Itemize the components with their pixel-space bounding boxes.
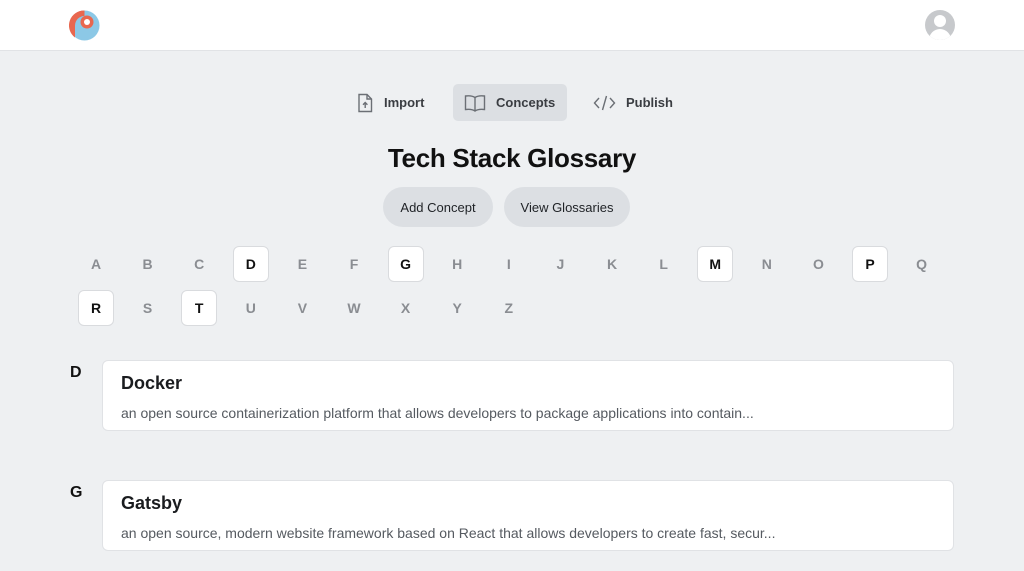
- alphabet-letter-e: E: [297, 256, 308, 272]
- alphabet-letter-l: L: [659, 256, 668, 272]
- alphabet-letter-f: F: [349, 256, 359, 272]
- tab-concepts[interactable]: Concepts: [453, 84, 567, 121]
- page-title: Tech Stack Glossary: [387, 143, 637, 173]
- alphabet-letter-p[interactable]: P: [852, 246, 888, 282]
- file-upload-icon: [356, 93, 374, 113]
- open-book-icon: [464, 94, 486, 112]
- app-logo-icon[interactable]: [68, 10, 100, 41]
- tab-concepts-label: Concepts: [496, 95, 556, 110]
- tab-publish-label: Publish: [626, 95, 673, 110]
- section-letter-g: G: [70, 484, 83, 501]
- alphabet-letter-y: Y: [452, 300, 462, 316]
- alphabet-letter-z: Z: [504, 300, 514, 316]
- mode-tabs: Import Concepts Publish: [0, 84, 1024, 121]
- alphabet-letter-m[interactable]: M: [697, 246, 734, 282]
- alphabet-letter-r[interactable]: R: [78, 290, 114, 326]
- alphabet-letter-t[interactable]: T: [181, 290, 218, 326]
- alphabet-letter-q: Q: [916, 256, 928, 272]
- concept-card-gatsby[interactable]: Gatsby an open source, modern website fr…: [102, 480, 954, 551]
- concept-name: Docker: [121, 373, 183, 393]
- alphabet-letter-a: A: [90, 256, 102, 272]
- alphabet-letter-w: W: [347, 300, 361, 316]
- alphabet-letter-n: N: [761, 256, 772, 272]
- concept-description: an open source, modern website framework…: [121, 525, 776, 541]
- alphabet-letter-c: C: [194, 256, 205, 272]
- view-glossaries-button[interactable]: View Glossaries: [504, 187, 630, 227]
- alphabet-letter-x: X: [400, 300, 411, 316]
- alphabet-letter-j: J: [556, 256, 565, 272]
- top-bar: [0, 0, 1024, 51]
- alphabet-letter-b: B: [142, 256, 153, 272]
- alphabet-letter-v: V: [297, 300, 308, 316]
- concept-description: an open source containerization platform…: [121, 405, 754, 421]
- alphabet-letter-g[interactable]: G: [387, 246, 424, 282]
- alphabet-letter-u: U: [245, 300, 256, 316]
- tab-publish[interactable]: Publish: [582, 84, 684, 121]
- tab-import-label: Import: [384, 95, 425, 110]
- concept-card-docker[interactable]: Docker an open source containerization p…: [102, 360, 954, 431]
- alphabet-letter-i: I: [506, 256, 511, 272]
- add-concept-button[interactable]: Add Concept: [383, 187, 493, 227]
- code-icon: [593, 94, 616, 112]
- concept-name: Gatsby: [121, 493, 183, 513]
- alphabet-letter-k: K: [606, 256, 618, 272]
- tab-import[interactable]: Import: [345, 84, 435, 121]
- alphabet-letter-d[interactable]: D: [232, 246, 269, 282]
- alphabet-letter-o: O: [812, 256, 824, 272]
- section-letter-d: D: [70, 364, 82, 381]
- alphabet-letter-h: H: [452, 256, 463, 272]
- user-avatar-icon[interactable]: [925, 10, 955, 40]
- alphabet-letter-s: S: [142, 300, 153, 316]
